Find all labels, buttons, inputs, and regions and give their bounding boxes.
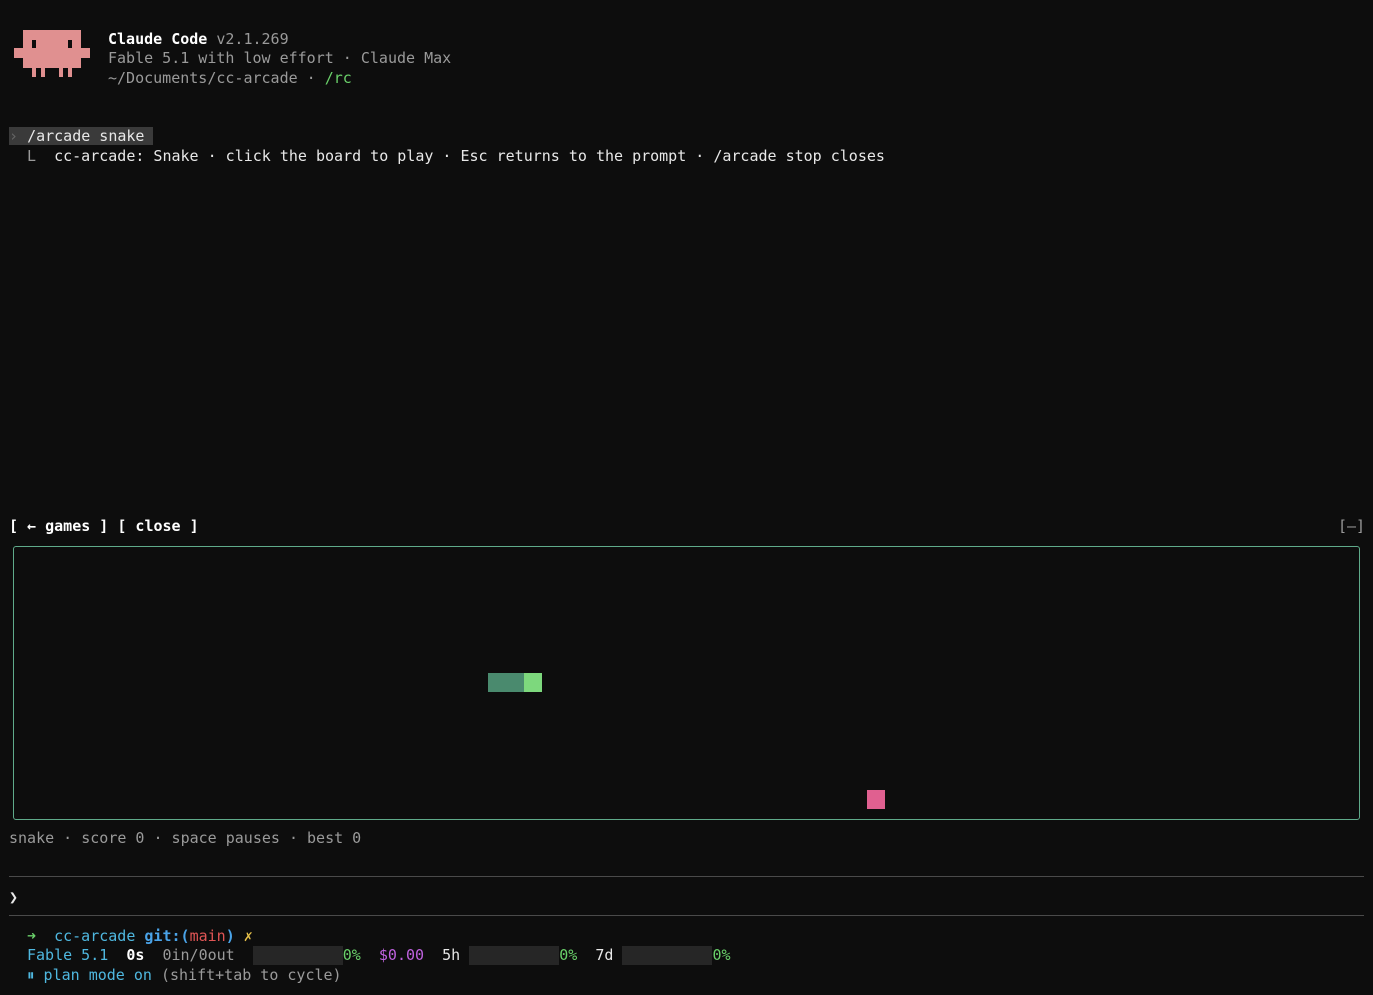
pause-icon: ⏸ [27, 966, 35, 984]
claude-mascot-icon [14, 30, 90, 78]
usage-7d-bar [622, 946, 713, 965]
food-pellet [867, 790, 885, 809]
usage-5h-pct: 0% [559, 946, 578, 964]
path-line: ~/Documents/cc-arcade · /rc [108, 69, 352, 87]
input-bottom-divider [9, 915, 1364, 916]
mode-text: plan mode on [43, 966, 152, 984]
prompt-marker: › [9, 127, 19, 145]
cost: $0.00 [378, 946, 425, 964]
working-directory: ~/Documents/cc-arcade [108, 69, 298, 87]
dir-name: cc-arcade [54, 927, 136, 945]
dirty-icon: ✗ [243, 927, 253, 945]
context-bar [252, 946, 343, 965]
usage-5h-bar [469, 946, 560, 965]
reply-text: cc-arcade: Snake · click the board to pl… [54, 147, 885, 165]
close-button[interactable]: [ close ] [117, 517, 198, 535]
input-top-divider [9, 876, 1364, 877]
window-7d-label: 7d [595, 946, 614, 964]
snake-body [488, 673, 524, 692]
arrow-icon: ➜ [27, 927, 37, 945]
minimize-button[interactable]: [–] [1338, 517, 1365, 536]
command-text: /arcade snake [27, 127, 145, 145]
user-command: › /arcade snake [9, 127, 154, 146]
git-status-line: ➜ cc-arcade git:(main) ✗ [27, 927, 253, 945]
model-line: Fable 5.1 with low effort · Claude Max [108, 49, 452, 67]
usage-7d-pct: 0% [712, 946, 731, 964]
model-name: Fable 5.1 [27, 946, 109, 964]
mode-hint: (shift+tab to cycle) [160, 966, 342, 984]
context-pct: 0% [342, 946, 361, 964]
app-title-line: Claude Code v2.1.269 [108, 30, 289, 49]
prompt-input[interactable]: ❯ [9, 888, 27, 907]
usage-line: Fable 5.1 0s 0in/0out 0% $0.00 5h 0% 7d … [27, 946, 731, 965]
game-status-line: snake · score 0 · space pauses · best 0 [9, 829, 362, 847]
command-reply: L cc-arcade: Snake · click the board to … [27, 147, 885, 166]
snake-game-board[interactable] [13, 546, 1360, 820]
elapsed-time: 0s [126, 946, 145, 964]
snake-head [524, 673, 542, 692]
arcade-toolbar: [ ← games ] [ close ] [9, 517, 199, 536]
app-version: v2.1.269 [216, 30, 289, 48]
app-name: Claude Code [108, 30, 208, 48]
games-button[interactable]: [ ← games ] [9, 517, 108, 535]
token-count: 0in/0out [162, 946, 235, 964]
rc-link[interactable]: /rc [325, 69, 352, 87]
mode-line: ⏸ plan mode on (shift+tab to cycle) [27, 966, 342, 985]
reply-marker: L [27, 147, 37, 165]
window-5h-label: 5h [442, 946, 461, 964]
prompt-glyph: ❯ [9, 888, 19, 906]
git-branch: main [189, 927, 226, 945]
